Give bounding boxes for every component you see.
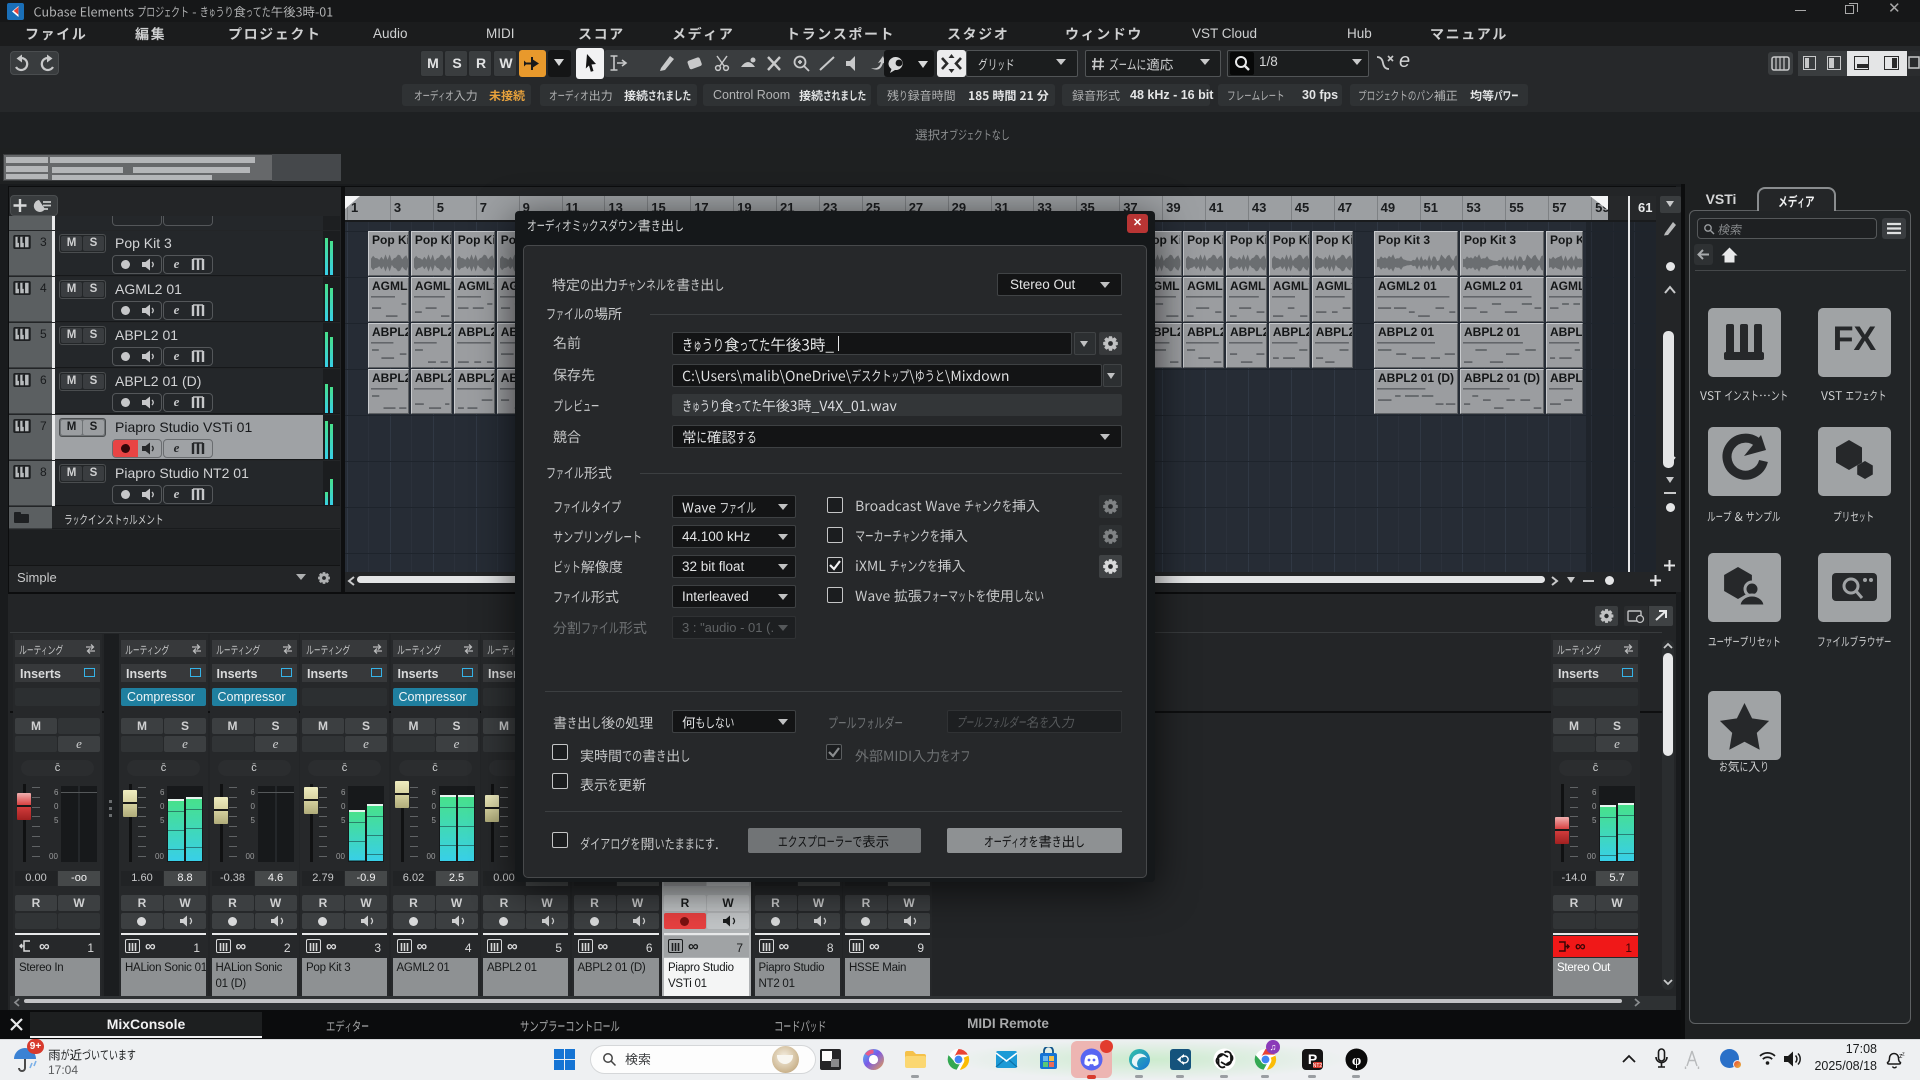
svg-text:NT2: NT2 <box>1313 1063 1323 1069</box>
svg-text:z: z <box>1902 1052 1905 1058</box>
svg-text:φ: φ <box>1352 1053 1361 1069</box>
